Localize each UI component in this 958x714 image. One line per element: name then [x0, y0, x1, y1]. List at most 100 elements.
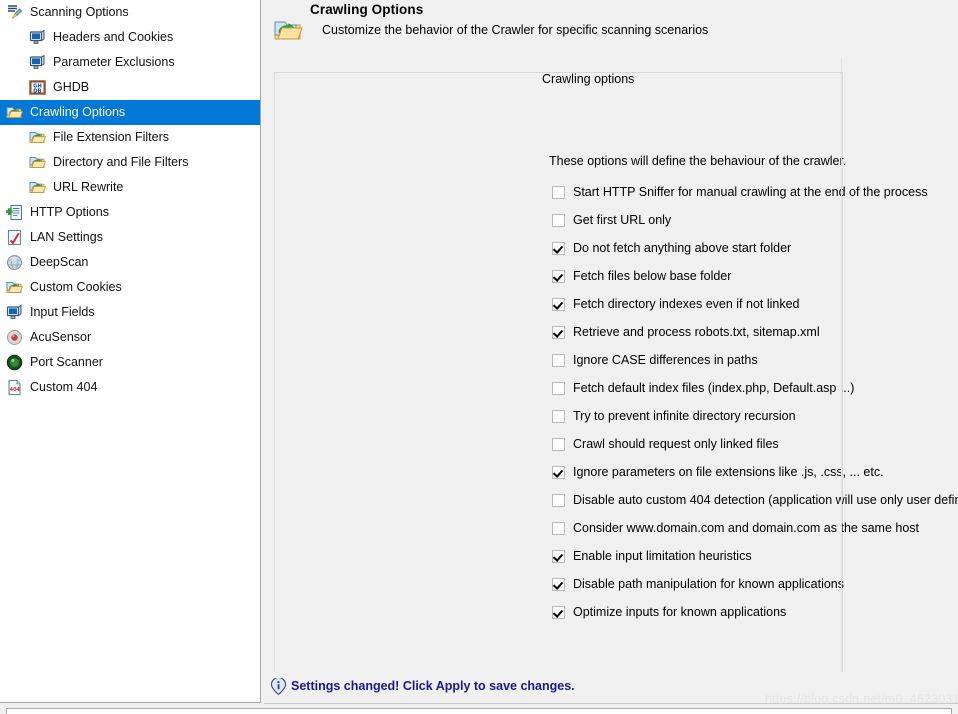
checkbox-input[interactable]: [552, 438, 565, 451]
sidebar-item-label: Custom 404: [30, 380, 98, 394]
sidebar-item-deepscan[interactable]: DeepScan: [0, 250, 260, 275]
status-message: Settings changed! Click Apply to save ch…: [291, 679, 575, 693]
settings-navigation-tree[interactable]: Scanning Options Headers and Cookies Param…: [0, 0, 261, 703]
ghdb-icon: GH DB: [29, 79, 46, 96]
page-subtitle: Customize the behavior of the Crawler fo…: [322, 23, 709, 37]
sidebar-item-label: HTTP Options: [30, 205, 109, 219]
checkbox-label: Fetch directory indexes even if not link…: [573, 297, 800, 311]
checkbox-label: Do not fetch anything above start folder: [573, 241, 792, 255]
crawling-options-checkbox-list[interactable]: Start HTTP Sniffer for manual crawling a…: [552, 185, 958, 633]
sidebar-item-input-fields[interactable]: Input Fields: [0, 300, 260, 325]
checkbox-row[interactable]: Crawl should request only linked files: [552, 437, 958, 465]
sidebar-item-label: URL Rewrite: [53, 180, 124, 194]
sidebar-item-custom-cookies[interactable]: Custom Cookies: [0, 275, 260, 300]
checkbox-row[interactable]: Start HTTP Sniffer for manual crawling a…: [552, 185, 958, 213]
sidebar-item-custom-404[interactable]: 404 Custom 404: [0, 375, 260, 400]
svg-text:DB: DB: [33, 88, 41, 94]
bottom-panel-edge: [6, 708, 952, 714]
sidebar-item-label: AcuSensor: [30, 330, 92, 344]
sidebar-item-ghdb[interactable]: GH DB GHDB: [0, 75, 260, 100]
checkbox-input[interactable]: [552, 522, 565, 535]
sidebar-item-port-scanner[interactable]: Port Scanner: [0, 350, 260, 375]
panel-divider: [841, 58, 842, 672]
sidebar-item-label: Headers and Cookies: [53, 30, 174, 44]
sidebar-item-crawling-options[interactable]: Crawling Options: [0, 100, 260, 125]
page-header: Crawling Options Customize the behavior …: [264, 0, 958, 58]
globe-icon: [6, 254, 23, 271]
checkbox-row[interactable]: Retrieve and process robots.txt, sitemap…: [552, 325, 958, 353]
checkbox-row[interactable]: Enable input limitation heuristics: [552, 549, 958, 577]
checkbox-input[interactable]: [552, 466, 565, 479]
sidebar-item-http-options[interactable]: HTTP Options: [0, 200, 260, 225]
folder-arrow-icon: [29, 179, 46, 196]
sidebar-item-label: Custom Cookies: [30, 280, 122, 294]
checkbox-label: Crawl should request only linked files: [573, 437, 779, 451]
status-bar: Settings changed! Click Apply to save ch…: [264, 672, 958, 706]
page-check-icon: [6, 229, 23, 246]
sidebar-item-lan-settings[interactable]: LAN Settings: [0, 225, 260, 250]
sidebar-item-label: Scanning Options: [30, 5, 129, 19]
checkbox-input[interactable]: [552, 326, 565, 339]
sensor-icon: [6, 329, 23, 346]
checkbox-input[interactable]: [552, 242, 565, 255]
checkbox-row[interactable]: Try to prevent infinite directory recurs…: [552, 409, 958, 437]
sidebar-item-headers-and-cookies[interactable]: Headers and Cookies: [0, 25, 260, 50]
sidebar-item-url-rewrite[interactable]: URL Rewrite: [0, 175, 260, 200]
checkbox-label: Enable input limitation heuristics: [573, 549, 752, 563]
checkbox-row[interactable]: Fetch directory indexes even if not link…: [552, 297, 958, 325]
checkbox-input[interactable]: [552, 550, 565, 563]
sidebar-item-label: GHDB: [53, 80, 90, 94]
sidebar-item-label: Port Scanner: [30, 355, 103, 369]
sidebar-item-label: File Extension Filters: [53, 130, 170, 144]
groupbox-title: Crawling options: [538, 73, 639, 86]
checkbox-label: Fetch files below base folder: [573, 269, 732, 283]
checkbox-label: Disable auto custom 404 detection (appli…: [573, 493, 958, 507]
checkbox-input[interactable]: [552, 494, 565, 507]
checkbox-label: Optimize inputs for known applications: [573, 605, 787, 619]
page-title: Crawling Options: [310, 2, 424, 17]
checkbox-row[interactable]: Optimize inputs for known applications: [552, 605, 958, 633]
svg-text:404: 404: [10, 387, 21, 393]
checkbox-row[interactable]: Disable auto custom 404 detection (appli…: [552, 493, 958, 521]
checkbox-label: Start HTTP Sniffer for manual crawling a…: [573, 185, 928, 199]
checkbox-input[interactable]: [552, 298, 565, 311]
checkbox-row[interactable]: Get first URL only: [552, 213, 958, 241]
folder-arrow-icon: [272, 14, 304, 46]
checkbox-input[interactable]: [552, 382, 565, 395]
checkbox-label: Ignore parameters on file extensions lik…: [573, 465, 884, 479]
checkbox-label: Ignore CASE differences in paths: [573, 353, 758, 367]
checkbox-row[interactable]: Do not fetch anything above start folder: [552, 241, 958, 269]
sidebar-item-label: Directory and File Filters: [53, 155, 189, 169]
checkbox-row[interactable]: Fetch default index files (index.php, De…: [552, 381, 958, 409]
checkbox-input[interactable]: [552, 578, 565, 591]
sidebar-item-directory-and-file-filters[interactable]: Directory and File Filters: [0, 150, 260, 175]
sidebar-item-acusensor[interactable]: AcuSensor: [0, 325, 260, 350]
checkbox-row[interactable]: Ignore parameters on file extensions lik…: [552, 465, 958, 493]
checkbox-input[interactable]: [552, 410, 565, 423]
crawling-options-panel: Crawling options These options will defi…: [264, 58, 958, 672]
sidebar-item-label: LAN Settings: [30, 230, 103, 244]
checkbox-label: Retrieve and process robots.txt, sitemap…: [573, 325, 820, 339]
checkbox-label: Disable path manipulation for known appl…: [573, 577, 844, 591]
checkbox-label: Try to prevent infinite directory recurs…: [573, 409, 796, 423]
checkbox-row[interactable]: Disable path manipulation for known appl…: [552, 577, 958, 605]
checkbox-row[interactable]: Fetch files below base folder: [552, 269, 958, 297]
checkbox-input[interactable]: [552, 270, 565, 283]
checkbox-input[interactable]: [552, 354, 565, 367]
page-plus-icon: [6, 204, 23, 221]
folder-arrow-icon: [29, 154, 46, 171]
checkbox-row[interactable]: Ignore CASE differences in paths: [552, 353, 958, 381]
checkbox-input[interactable]: [552, 606, 565, 619]
sidebar-item-parameter-exclusions[interactable]: Parameter Exclusions: [0, 50, 260, 75]
sidebar-item-scanning-options[interactable]: Scanning Options: [0, 0, 260, 25]
checkbox-label: Consider www.domain.com and domain.com a…: [573, 521, 919, 535]
info-icon: [270, 676, 287, 696]
port-scanner-icon: [6, 354, 23, 371]
checkbox-input[interactable]: [552, 186, 565, 199]
folder-arrow-icon: [6, 104, 23, 121]
sidebar-item-label: DeepScan: [30, 255, 89, 269]
checkbox-input[interactable]: [552, 214, 565, 227]
checkbox-row[interactable]: Consider www.domain.com and domain.com a…: [552, 521, 958, 549]
monitor-icon: [29, 29, 46, 46]
sidebar-item-file-extension-filters[interactable]: File Extension Filters: [0, 125, 260, 150]
